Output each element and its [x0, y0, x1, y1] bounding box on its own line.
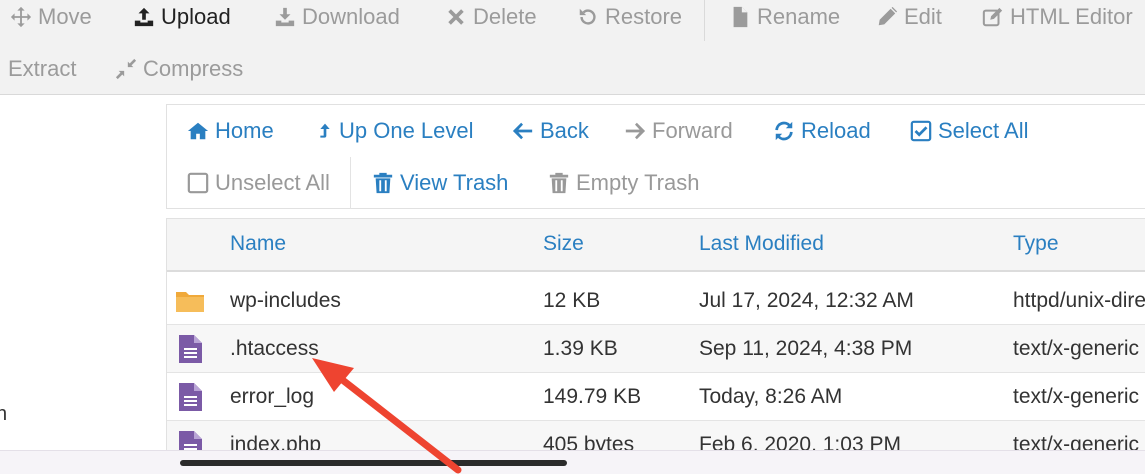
compress-button[interactable]: Compress	[115, 49, 243, 89]
view-trash-button[interactable]: View Trash	[372, 165, 508, 201]
column-header-size[interactable]: Size	[543, 232, 584, 256]
upload-icon	[134, 7, 154, 27]
file-type: text/x-generic	[1013, 385, 1140, 408]
file-text-icon	[179, 335, 202, 363]
arrow-right-icon	[625, 122, 646, 140]
trash-icon	[373, 172, 393, 194]
download-button[interactable]: Download	[274, 0, 400, 37]
close-icon	[448, 9, 464, 25]
file-size: 12 KB	[543, 289, 601, 312]
toolbar-separator	[704, 0, 705, 41]
select-all-button[interactable]: Select All	[910, 113, 1029, 149]
reload-button[interactable]: Reload	[773, 113, 871, 149]
edit-button[interactable]: Edit	[876, 0, 942, 37]
file-list-table: Name Size Last Modified Type wp-includes…	[166, 218, 1145, 454]
up-one-level-button[interactable]: Up One Level	[317, 113, 474, 149]
empty-trash-button[interactable]: Empty Trash	[548, 165, 699, 201]
delete-button[interactable]: Delete	[445, 0, 537, 37]
bottom-system-bar	[0, 450, 1145, 474]
trash-icon	[549, 172, 569, 194]
forward-button[interactable]: Forward	[624, 113, 733, 149]
home-button[interactable]: Home	[187, 113, 274, 149]
file-size: 149.79 KB	[543, 385, 642, 408]
html-editor-button[interactable]: HTML Editor	[982, 0, 1133, 37]
file-type: text/x-generic	[1013, 337, 1140, 360]
restore-icon	[579, 8, 596, 25]
tree-label-fragment[interactable]: n	[0, 403, 7, 426]
nav-separator	[350, 157, 351, 209]
file-name: wp-includes	[230, 289, 341, 312]
file-name: .htaccess	[230, 337, 319, 360]
file-size: 1.39 KB	[543, 337, 618, 360]
move-icon	[10, 6, 32, 28]
checkbox-empty-icon	[187, 172, 209, 194]
file-icon	[733, 6, 748, 28]
extract-button[interactable]: Extract	[0, 49, 76, 89]
file-manager-toolbar: Move Upload Download Delete Restore Rena…	[0, 0, 1145, 95]
checkbox-checked-icon	[910, 120, 932, 142]
pencil-icon	[878, 6, 898, 26]
reload-icon	[775, 121, 793, 141]
download-icon	[275, 7, 295, 27]
table-row[interactable]: wp-includes 12 KB Jul 17, 2024, 12:32 AM…	[167, 277, 1145, 325]
back-button[interactable]: Back	[512, 113, 589, 149]
file-modified: Sep 11, 2024, 4:38 PM	[699, 337, 913, 360]
restore-button[interactable]: Restore	[577, 0, 682, 37]
home-indicator[interactable]	[180, 460, 567, 466]
compress-icon	[115, 58, 137, 80]
file-text-icon	[179, 383, 202, 411]
column-header-type[interactable]: Type	[1013, 232, 1059, 256]
table-row[interactable]: .htaccess 1.39 KB Sep 11, 2024, 4:38 PM …	[167, 325, 1145, 373]
home-icon	[187, 122, 209, 140]
column-header-last-modified[interactable]: Last Modified	[699, 232, 824, 256]
arrow-left-icon	[512, 122, 533, 140]
navigation-toolbar: Home Up One Level Back Forward Reload Se…	[166, 104, 1145, 209]
move-button[interactable]: Move	[10, 0, 92, 37]
file-type: httpd/unix-dire	[1013, 289, 1145, 312]
edit-square-icon	[982, 7, 1003, 27]
file-modified: Jul 17, 2024, 12:32 AM	[699, 289, 914, 312]
unselect-all-button[interactable]: Unselect All	[187, 165, 330, 201]
file-name: error_log	[230, 385, 315, 408]
directory-tree-pane: n	[0, 95, 165, 455]
folder-icon	[176, 292, 204, 312]
table-row[interactable]: error_log 149.79 KB Today, 8:26 AM text/…	[167, 373, 1145, 421]
column-header-name[interactable]: Name	[230, 232, 286, 256]
file-modified: Today, 8:26 AM	[699, 385, 843, 408]
level-up-icon	[320, 123, 330, 138]
extract-icon	[0, 58, 2, 80]
table-header: Name Size Last Modified Type	[167, 219, 1145, 272]
rename-button[interactable]: Rename	[729, 0, 840, 37]
upload-button[interactable]: Upload	[133, 0, 231, 37]
